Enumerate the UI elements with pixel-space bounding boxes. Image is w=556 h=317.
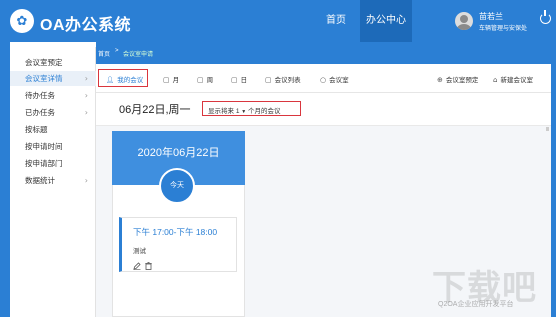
today-label: 今天 [170, 182, 184, 189]
user-avatar[interactable] [455, 12, 473, 30]
nav-office-center[interactable]: 办公中心 [360, 0, 412, 42]
tab-week[interactable]: ▢ 周 [197, 74, 213, 84]
tab-meeting-list[interactable]: ▢ 会议列表 [265, 74, 301, 84]
tab-label: 我的会议 [117, 77, 144, 84]
event-time: 下午 17:00-下午 18:00 [133, 227, 218, 237]
plus-circle-icon: ⊕ [437, 76, 443, 84]
range-selector[interactable]: 显示将来 1 ▼ 个月的会议 [208, 105, 281, 115]
sidebar-item-room-details[interactable]: 会议室详情 › [10, 71, 96, 86]
chevron-right-icon: › [84, 108, 88, 117]
range-select[interactable]: 1 [236, 108, 240, 115]
sidebar-item-by-department[interactable]: 按申请部门 [10, 156, 96, 171]
edit-icon[interactable] [133, 262, 141, 270]
calendar-icon: ▢ [163, 76, 170, 84]
chevron-right-icon: › [84, 74, 88, 83]
user-icon: 👤︎ [106, 76, 115, 84]
breadcrumb: 首页 > 会议室申请 [96, 42, 551, 64]
user-department: 车辆管理与安保处 [479, 26, 528, 32]
sidebar-item-done-tasks[interactable]: 已办任务 › [10, 105, 96, 120]
tab-month[interactable]: ▢ 月 [163, 74, 179, 84]
tab-my-meetings[interactable]: 👤︎ 我的会议 [106, 74, 143, 84]
tab-label: 会议室 [329, 77, 349, 84]
sidebar-item-label: 会议室详情 [25, 74, 63, 83]
sidebar-item-label: 按申请时间 [25, 142, 63, 151]
clock-icon: ○ [320, 76, 327, 84]
calendar-icon: ▢ [197, 76, 204, 84]
sidebar: 会议室预定 会议室详情 › 待办任务 › 已办任务 › 按标题 按申请时间 按申… [10, 47, 96, 317]
app-title: OA办公系统 [40, 17, 132, 34]
sidebar-item-room-booking[interactable]: 会议室预定 [10, 55, 96, 70]
range-suffix: 个月的会议 [248, 108, 281, 115]
tab-label: 日 [240, 77, 248, 84]
button-label: 会议室预定 [445, 77, 479, 84]
sidebar-item-label: 按标题 [25, 125, 48, 134]
sidebar-item-by-title[interactable]: 按标题 [10, 122, 96, 137]
new-room-button[interactable]: ⌂ 新建会议室 [493, 74, 533, 84]
frame-right [551, 42, 556, 317]
calendar-icon: ▢ [231, 76, 238, 84]
sidebar-item-label: 按申请部门 [25, 159, 63, 168]
home-icon: ⌂ [493, 76, 498, 84]
sidebar-item-label: 待办任务 [25, 91, 55, 100]
scrollbar[interactable] [546, 127, 549, 131]
tab-label: 月 [172, 77, 180, 84]
watermark-caption: Q2OA企业应用开发平台 [438, 301, 514, 308]
sidebar-item-label: 数据统计 [25, 176, 55, 185]
frame-left [0, 42, 10, 317]
calendar-icon: ▢ [265, 76, 272, 84]
nav-home[interactable]: 首页 [313, 0, 359, 42]
app-logo: ✿ [10, 9, 34, 33]
chevron-down-icon: ▼ [241, 109, 247, 115]
sidebar-item-pending-tasks[interactable]: 待办任务 › [10, 88, 96, 103]
sidebar-item-by-time[interactable]: 按申请时间 [10, 139, 96, 154]
view-toolbar: 👤︎ 我的会议 ▢ 月 ▢ 周 ▢ 日 ▢ 会议列表 ○ 会议室 ⊕ 会议室预定 ⌂ 新建会议室 [96, 64, 551, 93]
logout-icon[interactable] [540, 10, 551, 24]
sidebar-item-label: 已办任务 [25, 108, 55, 117]
chevron-right-icon: › [84, 91, 88, 100]
tab-day[interactable]: ▢ 日 [231, 74, 247, 84]
tab-label: 周 [206, 77, 214, 84]
chevron-right-icon: › [84, 176, 88, 185]
sidebar-item-statistics[interactable]: 数据统计 › [10, 173, 96, 188]
sidebar-item-label: 会议室预定 [25, 58, 63, 67]
tab-label: 会议列表 [274, 77, 301, 84]
breadcrumb-current: 会议室申请 [123, 52, 154, 58]
button-label: 新建会议室 [500, 77, 533, 84]
day-card-date: 2020年06月22日 [137, 147, 220, 159]
range-prefix: 显示将来 [208, 108, 234, 115]
event-title: 测试 [133, 248, 146, 255]
current-date: 06月22日,周一 [119, 104, 191, 116]
breadcrumb-separator: > [115, 48, 119, 54]
reserve-room-button[interactable]: ⊕ 会议室预定 [437, 74, 478, 84]
trash-icon[interactable] [145, 262, 152, 270]
breadcrumb-home[interactable]: 首页 [98, 49, 110, 58]
user-name: 苗若兰 [479, 12, 503, 21]
tab-meeting-room[interactable]: ○ 会议室 [320, 74, 349, 84]
